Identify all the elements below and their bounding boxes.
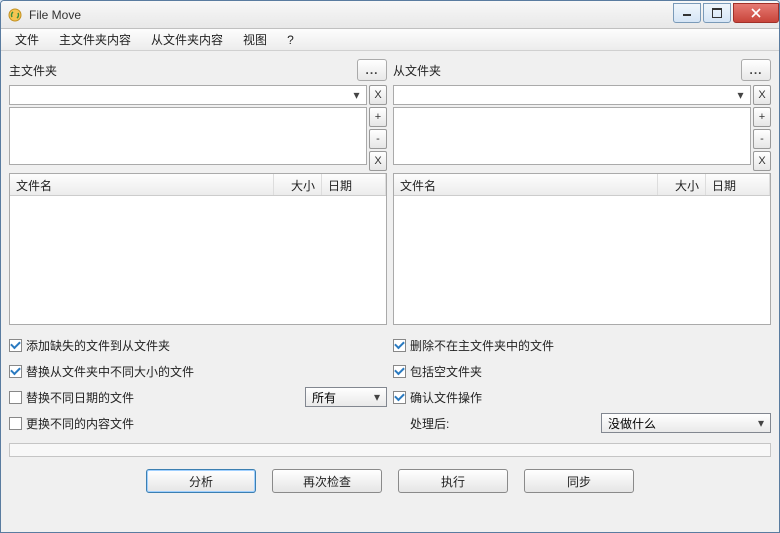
column-date[interactable]: 日期 [322,174,386,195]
options-row: 添加缺失的文件到从文件夹 替换从文件夹中不同大小的文件 替换不同日期的文件 所有… [9,333,771,435]
checkbox-delete-not-in-master[interactable] [393,339,406,352]
master-label: 主文件夹 [9,60,57,81]
master-clearall-button[interactable]: X [369,151,387,171]
sync-button[interactable]: 同步 [524,469,634,493]
master-add-button[interactable]: + [369,107,387,127]
recheck-button[interactable]: 再次检查 [272,469,382,493]
app-icon [7,7,23,23]
menu-master-contents[interactable]: 主文件夹内容 [51,29,139,50]
slave-clear-button[interactable]: X [753,85,771,105]
slave-add-button[interactable]: + [753,107,771,127]
menu-slave-contents[interactable]: 从文件夹内容 [143,29,231,50]
date-mode-select[interactable]: 所有 ▾ [305,387,387,407]
analyze-button[interactable]: 分析 [146,469,256,493]
column-date[interactable]: 日期 [706,174,770,195]
right-options: 删除不在主文件夹中的文件 包括空文件夹 确认文件操作 处理后: 没做什么 ▾ [393,333,771,435]
slave-path-combo[interactable]: ▾ [393,85,751,105]
slave-remove-button[interactable]: - [753,129,771,149]
after-action-select[interactable]: 没做什么 ▾ [601,413,771,433]
action-buttons: 分析 再次检查 执行 同步 [9,461,771,497]
menu-file[interactable]: 文件 [7,29,47,50]
checkbox-confirm-ops[interactable] [393,391,406,404]
slave-pane: 从文件夹 ... ▾ X + - X 文件名 [393,59,771,325]
column-filename[interactable]: 文件名 [394,174,658,195]
label-delete-not-in-master: 删除不在主文件夹中的文件 [410,337,554,354]
master-browse-button[interactable]: ... [357,59,387,81]
column-size[interactable]: 大小 [658,174,706,195]
label-confirm-ops: 确认文件操作 [410,389,482,406]
progress-bar [9,443,771,457]
folder-panes: 主文件夹 ... ▾ X + - X 文件名 [9,59,771,325]
column-filename[interactable]: 文件名 [10,174,274,195]
label-replace-diff-date: 替换不同日期的文件 [26,389,134,406]
minimize-button[interactable] [673,3,701,23]
checkbox-replace-diff-date[interactable] [9,391,22,404]
master-path-combo[interactable]: ▾ [9,85,367,105]
chevron-down-icon: ▾ [733,87,748,103]
chevron-down-icon: ▾ [370,390,384,404]
content-area: 主文件夹 ... ▾ X + - X 文件名 [1,51,779,532]
slave-label: 从文件夹 [393,60,441,81]
left-options: 添加缺失的文件到从文件夹 替换从文件夹中不同大小的文件 替换不同日期的文件 所有… [9,333,387,435]
titlebar: File Move [1,1,779,29]
master-pane: 主文件夹 ... ▾ X + - X 文件名 [9,59,387,325]
master-clear-button[interactable]: X [369,85,387,105]
master-include-list[interactable] [9,107,367,165]
checkbox-replace-diff-content[interactable] [9,417,22,430]
checkbox-add-missing[interactable] [9,339,22,352]
window-title: File Move [29,8,671,22]
chevron-down-icon: ▾ [349,87,364,103]
label-replace-diff-content: 更换不同的内容文件 [26,415,134,432]
slave-clearall-button[interactable]: X [753,151,771,171]
label-include-empty: 包括空文件夹 [410,363,482,380]
checkbox-replace-diff-size[interactable] [9,365,22,378]
slave-file-table: 文件名 大小 日期 [393,173,771,325]
label-replace-diff-size: 替换从文件夹中不同大小的文件 [26,363,194,380]
master-table-body[interactable] [10,196,386,324]
menu-view[interactable]: 视图 [235,29,275,50]
close-button[interactable] [733,3,779,23]
column-size[interactable]: 大小 [274,174,322,195]
master-file-table: 文件名 大小 日期 [9,173,387,325]
app-window: File Move 文件 主文件夹内容 从文件夹内容 视图 ? 主文件夹 ...… [0,0,780,533]
window-controls [671,3,779,23]
label-add-missing: 添加缺失的文件到从文件夹 [26,337,170,354]
menu-help[interactable]: ? [279,31,302,49]
slave-include-list[interactable] [393,107,751,165]
menubar: 文件 主文件夹内容 从文件夹内容 视图 ? [1,29,779,51]
checkbox-include-empty[interactable] [393,365,406,378]
label-after: 处理后: [410,415,449,432]
execute-button[interactable]: 执行 [398,469,508,493]
slave-table-body[interactable] [394,196,770,324]
slave-browse-button[interactable]: ... [741,59,771,81]
maximize-button[interactable] [703,3,731,23]
chevron-down-icon: ▾ [754,416,768,430]
master-remove-button[interactable]: - [369,129,387,149]
